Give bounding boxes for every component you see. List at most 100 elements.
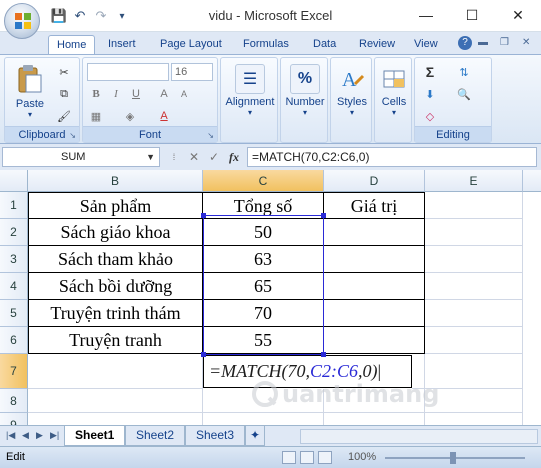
more-icon[interactable]: ⁞ [166, 149, 182, 165]
font-size-box[interactable]: 16 [171, 63, 213, 81]
first-sheet-icon[interactable]: |◀ [6, 430, 15, 441]
insert-sheet-icon[interactable]: ✦ [245, 426, 266, 446]
cell-c2[interactable]: 50 [203, 219, 324, 246]
range-handle-bl[interactable] [201, 352, 206, 357]
paste-button[interactable]: Paste ▾ [11, 64, 49, 119]
cell-d2[interactable] [324, 219, 425, 246]
cell-c9[interactable] [203, 413, 324, 425]
row-header-6[interactable]: 6 [0, 327, 28, 354]
prev-sheet-icon[interactable]: ◀ [22, 430, 29, 441]
horizontal-scrollbar[interactable] [300, 429, 538, 444]
cell-b8[interactable] [28, 389, 203, 413]
cell-b3[interactable]: Sách tham khảo [28, 246, 203, 273]
cells-button[interactable]: Cells ▾ [377, 64, 411, 117]
ribbon-minimize-icon[interactable]: ▬ [478, 37, 488, 48]
minimize-button[interactable]: — [403, 0, 449, 30]
cell-d1[interactable]: Giá trị [324, 192, 425, 219]
grow-font-icon[interactable]: A [155, 86, 173, 102]
zoom-level[interactable]: 100% [348, 451, 376, 463]
cell-b1[interactable]: Sản phẩm [28, 192, 203, 219]
shrink-font-icon[interactable]: A [175, 86, 193, 102]
cell-e2[interactable] [425, 219, 523, 246]
cell-d4[interactable] [324, 273, 425, 300]
tab-view[interactable]: View [414, 35, 438, 54]
row-header-7[interactable]: 7 [0, 354, 28, 389]
cell-e8[interactable] [425, 389, 523, 413]
help-icon[interactable]: ? [458, 36, 472, 50]
cell-e6[interactable] [425, 327, 523, 354]
maximize-button[interactable]: ☐ [449, 0, 495, 30]
cell-e3[interactable] [425, 246, 523, 273]
column-header-e[interactable]: E [425, 170, 523, 192]
cell-b5[interactable]: Truyện trinh thám [28, 300, 203, 327]
clipboard-launcher-icon[interactable]: ↘ [69, 131, 76, 140]
fill-icon[interactable]: ⬇ [421, 86, 439, 102]
cell-e9[interactable] [425, 413, 523, 425]
ribbon-close-icon[interactable]: ✕ [522, 37, 530, 48]
sheet-tab-1[interactable]: Sheet1 [64, 426, 126, 446]
column-header-b[interactable]: B [28, 170, 203, 192]
insert-function-icon[interactable]: fx [226, 149, 242, 165]
cell-d3[interactable] [324, 246, 425, 273]
row-header-5[interactable]: 5 [0, 300, 28, 327]
zoom-slider-knob[interactable] [450, 452, 456, 464]
cell-b7[interactable] [28, 354, 203, 389]
range-handle-tl[interactable] [201, 213, 206, 218]
row-header-3[interactable]: 3 [0, 246, 28, 273]
underline-icon[interactable]: U [127, 86, 145, 102]
cell-d6[interactable] [324, 327, 425, 354]
column-header-c[interactable]: C [203, 170, 324, 192]
sheet-tab-2[interactable]: Sheet2 [125, 426, 186, 446]
clear-icon[interactable]: ◇ [421, 108, 439, 124]
row-header-8[interactable]: 8 [0, 389, 28, 413]
sheet-tab-3[interactable]: Sheet3 [185, 426, 246, 446]
autosum-icon[interactable]: Σ [421, 64, 439, 80]
cell-b4[interactable]: Sách bồi dưỡng [28, 273, 203, 300]
tab-page-layout[interactable]: Page Layout [160, 35, 222, 54]
tab-home[interactable]: Home [48, 35, 96, 54]
cell-b2[interactable]: Sách giáo khoa [28, 219, 203, 246]
office-button[interactable] [4, 3, 40, 39]
cell-b9[interactable] [28, 413, 203, 425]
column-header-d[interactable]: D [324, 170, 425, 192]
range-handle-tr[interactable] [321, 213, 326, 218]
tab-formulas[interactable]: Formulas [243, 35, 289, 54]
cell-b6[interactable]: Truyện tranh [28, 327, 203, 354]
cell-e4[interactable] [425, 273, 523, 300]
ribbon-restore-icon[interactable]: ❐ [500, 37, 509, 48]
copy-icon[interactable]: ⧉ [55, 86, 73, 102]
close-button[interactable]: ✕ [495, 0, 541, 30]
cell-c1[interactable]: Tổng số [203, 192, 324, 219]
font-launcher-icon[interactable]: ↘ [207, 131, 214, 140]
tab-data[interactable]: Data [313, 35, 336, 54]
tab-insert[interactable]: Insert [108, 35, 136, 54]
cell-c4[interactable]: 65 [203, 273, 324, 300]
italic-icon[interactable]: I [107, 86, 125, 102]
font-name-box[interactable] [87, 63, 169, 81]
row-header-9[interactable]: 9 [0, 413, 28, 425]
range-handle-br[interactable] [321, 352, 326, 357]
formula-input[interactable]: =MATCH(70,C2:C6,0) [247, 147, 537, 167]
borders-icon[interactable]: ▦ [87, 108, 105, 124]
cell-d9[interactable] [324, 413, 425, 425]
font-color-icon[interactable]: A [155, 108, 173, 124]
next-sheet-icon[interactable]: ▶ [36, 430, 43, 441]
enter-icon[interactable]: ✓ [206, 149, 222, 165]
name-box-dropdown-icon[interactable]: ▼ [146, 148, 155, 166]
name-box[interactable]: SUM ▼ [2, 147, 160, 167]
tab-review[interactable]: Review [359, 35, 395, 54]
cell-c5[interactable]: 70 [203, 300, 324, 327]
styles-button[interactable]: A Styles ▾ [333, 64, 371, 117]
cancel-icon[interactable]: ✕ [186, 149, 202, 165]
bold-icon[interactable]: B [87, 86, 105, 102]
cell-e7[interactable] [425, 354, 523, 389]
last-sheet-icon[interactable]: ▶| [50, 430, 59, 441]
normal-view-icon[interactable] [282, 451, 296, 464]
cut-icon[interactable]: ✂ [55, 64, 73, 80]
number-button[interactable]: % Number ▾ [283, 64, 327, 117]
fill-color-icon[interactable]: ◈ [121, 108, 139, 124]
cell-e1[interactable] [425, 192, 523, 219]
cell-c6[interactable]: 55 [203, 327, 324, 354]
format-painter-icon[interactable]: 🖌 [55, 108, 73, 124]
column-header-f[interactable] [523, 170, 541, 192]
